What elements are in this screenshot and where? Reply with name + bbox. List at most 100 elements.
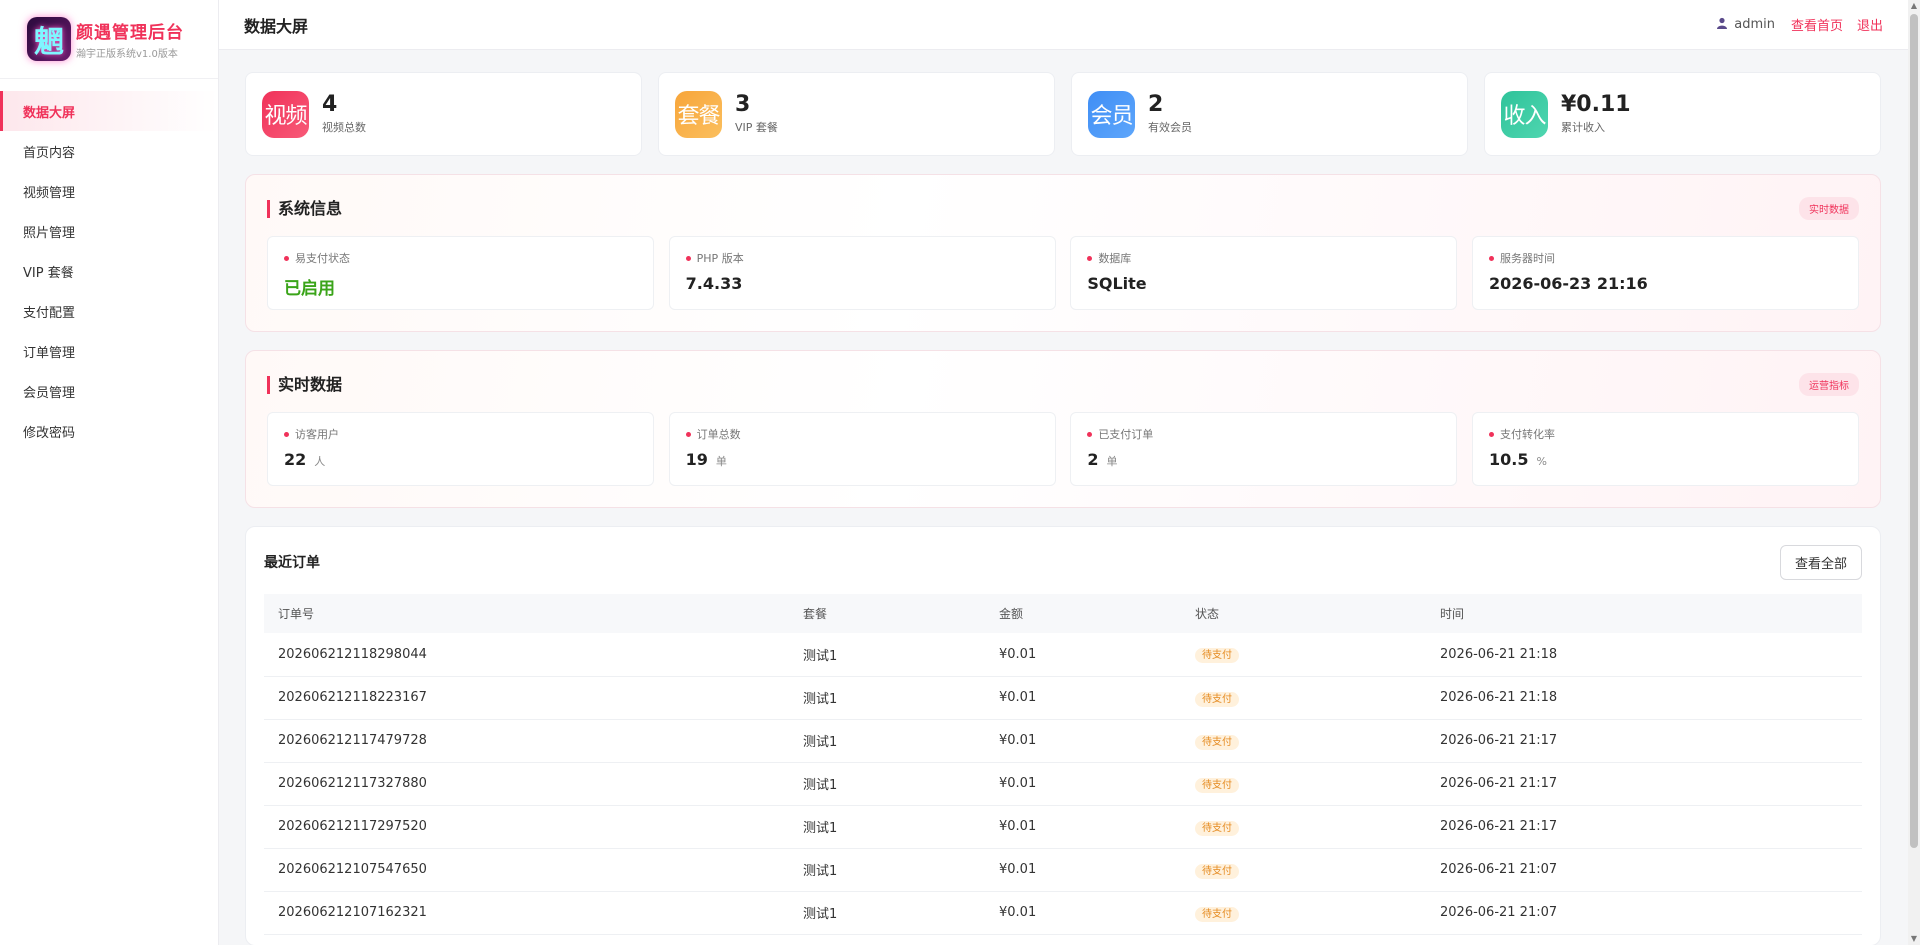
- sidebar-item-home-content[interactable]: 首页内容: [0, 131, 218, 171]
- status-badge: 待支付: [1195, 648, 1239, 664]
- dot-icon: [284, 255, 289, 261]
- info-box: 数据库 SQLite: [1070, 236, 1458, 310]
- stat-card-revenue: 收入 ¥0.11 累计收入: [1484, 72, 1881, 156]
- order-no: 202606212117479728: [264, 719, 789, 763]
- scroll-up-icon[interactable]: ▲: [1908, 0, 1920, 12]
- info-unit: 单: [715, 455, 727, 468]
- table-row[interactable]: 202606212117327880 测试1 ¥0.01 待支付 2026-06…: [264, 762, 1862, 806]
- scroll-down-icon[interactable]: ▼: [1908, 933, 1920, 945]
- brand-subtitle: 瀚宇正版系统v1.0版本: [76, 49, 178, 60]
- table-row[interactable]: 202606212118223167 测试1 ¥0.01 待支付 2026-06…: [264, 676, 1862, 720]
- sidebar: 魍 颜遇管理后台 瀚宇正版系统v1.0版本 数据大屏 首页内容 视频管理 照片管…: [0, 0, 219, 945]
- info-label: 支付转化率: [1499, 428, 1555, 441]
- table-row[interactable]: 202606212118298044 测试1 ¥0.01 待支付 2026-06…: [264, 633, 1862, 677]
- dot-icon: [685, 255, 691, 261]
- info-unit: %: [1536, 455, 1547, 468]
- sidebar-item-videos[interactable]: 视频管理: [0, 171, 218, 211]
- sidebar-item-change-password[interactable]: 修改密码: [0, 411, 218, 451]
- info-box: 已支付订单 2单: [1070, 412, 1458, 486]
- status-badge: 待支付: [1195, 777, 1239, 793]
- dot-icon: [1488, 255, 1494, 261]
- sidebar-item-members[interactable]: 会员管理: [0, 371, 218, 411]
- orders-title: 最近订单: [264, 555, 320, 571]
- page-title: 数据大屏: [244, 16, 309, 36]
- dot-icon: [1087, 255, 1093, 261]
- order-amount: ¥0.01: [985, 633, 1181, 677]
- info-value: 已启用: [284, 279, 335, 299]
- member-badge-icon: 会员: [1088, 90, 1135, 138]
- logout-link[interactable]: 退出: [1857, 15, 1883, 34]
- scrollbar-thumb[interactable]: [1910, 14, 1918, 848]
- view-home-link[interactable]: 查看首页: [1791, 15, 1843, 34]
- order-time: 2026-06-21 21:07: [1426, 848, 1862, 892]
- info-value: 10.5: [1488, 450, 1529, 469]
- order-amount: ¥0.01: [985, 891, 1181, 935]
- table-row[interactable]: 202606212117297520 测试1 ¥0.01 待支付 2026-06…: [264, 805, 1862, 849]
- topbar-actions: admin 查看首页 退出: [1716, 15, 1883, 34]
- sidebar-item-orders[interactable]: 订单管理: [0, 331, 218, 371]
- page-scrollbar[interactable]: ▲ ▼: [1908, 0, 1920, 945]
- status-badge: 运营指标: [1799, 373, 1859, 396]
- order-amount: ¥0.01: [985, 719, 1181, 763]
- stat-label: 视频总数: [322, 121, 366, 134]
- dot-icon: [1488, 431, 1494, 437]
- table-row[interactable]: 202606212117479728 测试1 ¥0.01 待支付 2026-06…: [264, 719, 1862, 763]
- stat-card-videos: 视频 4 视频总数: [245, 72, 642, 156]
- brand-logo: 魍: [27, 17, 71, 61]
- order-no: 202606212107162321: [264, 891, 789, 935]
- user-icon: [1716, 17, 1728, 33]
- order-time: 2026-06-21 21:18: [1426, 676, 1862, 720]
- stat-label: 累计收入: [1561, 121, 1605, 134]
- panel-title: 系统信息: [267, 199, 342, 218]
- order-plan: 测试1: [789, 719, 985, 763]
- system-info-panel: 系统信息 实时数据 易支付状态 已启用 PHP 版本 7.4.33 数据库 SQ…: [245, 174, 1881, 332]
- username: admin: [1734, 17, 1775, 32]
- order-plan: 测试1: [789, 762, 985, 806]
- dot-icon: [685, 431, 691, 437]
- sidebar-item-dashboard[interactable]: 数据大屏: [0, 91, 218, 131]
- order-time: 2026-06-21 21:07: [1426, 891, 1862, 935]
- order-amount: ¥0.01: [985, 805, 1181, 849]
- sidebar-item-photos[interactable]: 照片管理: [0, 211, 218, 251]
- sidebar-menu: 数据大屏 首页内容 视频管理 照片管理 VIP 套餐 支付配置 订单管理 会员管…: [0, 79, 218, 451]
- order-plan: 测试1: [789, 633, 985, 677]
- status-badge: 待支付: [1195, 820, 1239, 836]
- info-box: PHP 版本 7.4.33: [668, 236, 1056, 310]
- stat-value: 4: [322, 92, 338, 117]
- table-row[interactable]: 202606212107547650 测试1 ¥0.01 待支付 2026-06…: [264, 848, 1862, 892]
- view-all-button[interactable]: 查看全部: [1779, 544, 1862, 580]
- revenue-badge-icon: 收入: [1501, 90, 1548, 138]
- info-label: 已支付订单: [1098, 428, 1154, 441]
- stat-label: 有效会员: [1148, 121, 1192, 134]
- column-header-plan: 套餐: [789, 594, 985, 633]
- info-label: 访客用户: [295, 428, 339, 441]
- sidebar-item-payment-config[interactable]: 支付配置: [0, 291, 218, 331]
- stat-cards: 视频 4 视频总数 套餐 3 VIP 套餐 会员 2 有效会员 收入 ¥0.11: [245, 72, 1881, 156]
- recent-orders-panel: 最近订单 查看全部 订单号 套餐 金额 状态 时间 20260621211829…: [245, 526, 1881, 945]
- stat-value: 3: [735, 92, 751, 117]
- main-content: 视频 4 视频总数 套餐 3 VIP 套餐 会员 2 有效会员 收入 ¥0.11: [245, 72, 1881, 945]
- info-box: 访客用户 22 人: [267, 412, 654, 486]
- info-label: 数据库: [1098, 252, 1132, 265]
- info-value: 2: [1087, 450, 1099, 469]
- table-row[interactable]: 202606212107162321 测试1 ¥0.01 待支付 2026-06…: [264, 891, 1862, 935]
- order-no: 202606212118298044: [264, 633, 789, 677]
- order-no: 202606212117327880: [264, 762, 789, 806]
- info-label: PHP 版本: [696, 252, 744, 265]
- status-badge: 待支付: [1195, 691, 1239, 707]
- info-label: 服务器时间: [1499, 252, 1555, 265]
- video-badge-icon: 视频: [262, 90, 309, 138]
- info-value: 7.4.33: [685, 274, 743, 293]
- column-header-order-no: 订单号: [264, 594, 789, 633]
- brand: 魍 颜遇管理后台 瀚宇正版系统v1.0版本: [0, 0, 218, 79]
- order-time: 2026-06-21 21:17: [1426, 719, 1862, 763]
- dot-icon: [1087, 431, 1093, 437]
- order-amount: ¥0.01: [985, 848, 1181, 892]
- info-value: 19: [685, 450, 708, 469]
- sidebar-item-vip-plans[interactable]: VIP 套餐: [0, 251, 218, 291]
- info-box: 订单总数 19 单: [668, 412, 1056, 486]
- order-time: 2026-06-21 21:17: [1426, 762, 1862, 806]
- brand-title: 颜遇管理后台: [76, 23, 184, 43]
- order-no: 202606212117297520: [264, 805, 789, 849]
- order-no: 202606212107547650: [264, 848, 789, 892]
